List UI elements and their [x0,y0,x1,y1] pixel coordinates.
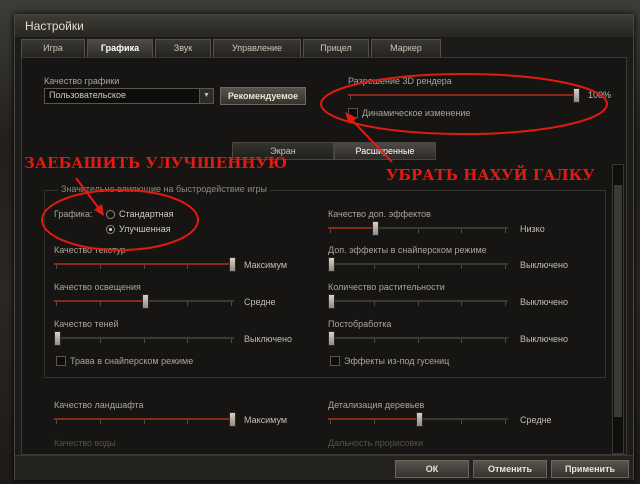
annotation-right-text: УБРАТЬ НАХУЙ ГАЛКУ [386,166,595,184]
annotation-left-text: ЗАЕБАШИТЬ УЛУЧШЕННУЮ [24,154,288,172]
annotation-arrowhead-left [94,204,104,216]
annotation-arrow-right [349,117,393,163]
annotation-ellipse-graphics [41,189,199,251]
annotation-overlay [41,73,608,251]
annotation-ellipse-resolution [320,73,608,135]
